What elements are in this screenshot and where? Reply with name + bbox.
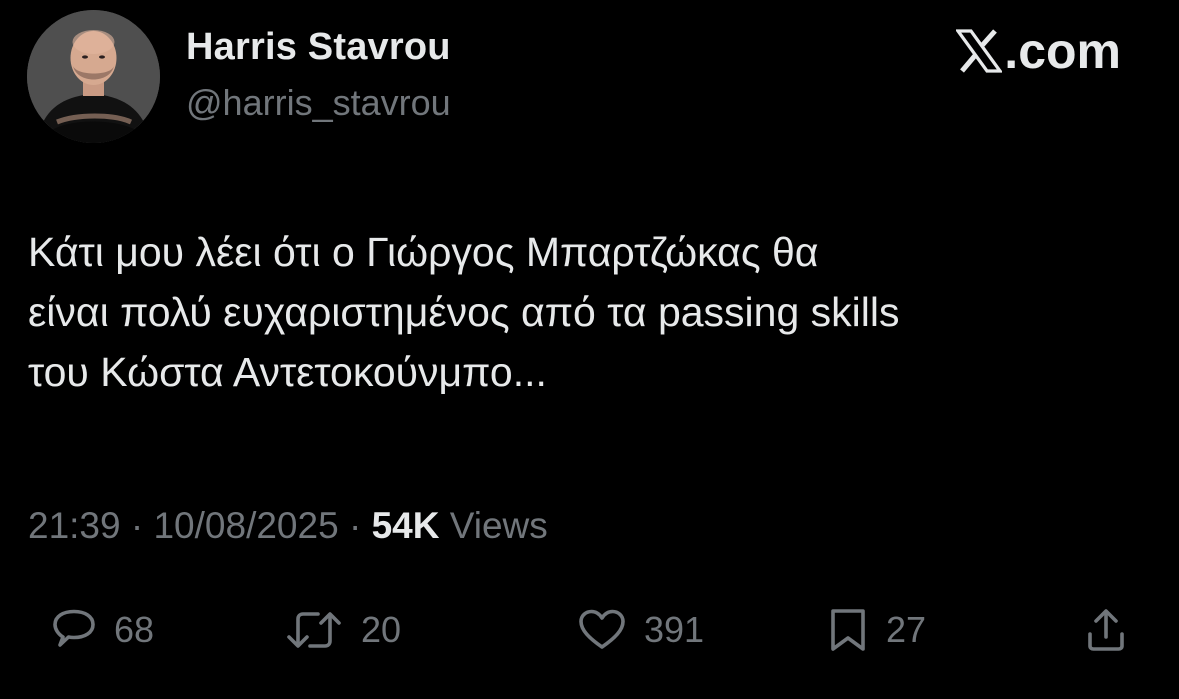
- like-button[interactable]: 391: [578, 600, 704, 660]
- x-logo-icon: [955, 29, 1004, 73]
- bookmark-button[interactable]: 27: [828, 600, 926, 660]
- reply-count: 68: [114, 609, 155, 650]
- tweet-meta: 21:39 · 10/08/2025 · 54K Views: [28, 505, 548, 547]
- repost-button[interactable]: 20: [285, 600, 401, 660]
- bookmark-icon: [828, 607, 868, 653]
- tweet-time[interactable]: 21:39: [28, 505, 121, 546]
- repost-count: 20: [361, 609, 402, 650]
- repost-icon: [285, 609, 343, 651]
- like-count: 391: [644, 609, 705, 650]
- meta-separator: ·: [348, 505, 362, 546]
- tweet-text-line: του Κώστα Αντετοκούνμπο...: [28, 349, 547, 395]
- share-button[interactable]: [1086, 600, 1126, 660]
- author-display-name[interactable]: Harris Stavrou: [186, 26, 451, 69]
- reply-button[interactable]: 68: [52, 600, 154, 660]
- action-bar: 68 20 391 27: [0, 600, 1179, 660]
- brand-domain-text: .com: [1004, 23, 1121, 79]
- reply-icon: [52, 609, 96, 651]
- tweet-text: Κάτι μου λέει ότι ο Γιώργος Μπαρτζώκας θ…: [28, 222, 1148, 402]
- views-count[interactable]: 54K: [372, 505, 440, 546]
- heart-icon: [578, 609, 626, 651]
- tweet-text-line: Κάτι μου λέει ότι ο Γιώργος Μπαρτζώκας θ…: [28, 229, 819, 275]
- bookmark-count: 27: [886, 609, 927, 650]
- avatar[interactable]: [27, 10, 160, 143]
- brand-watermark: .com: [955, 23, 1121, 79]
- profile-photo-icon: [27, 10, 160, 143]
- tweet-date[interactable]: 10/08/2025: [153, 505, 338, 546]
- tweet-card: Harris Stavrou @harris_stavrou .com Κάτι…: [0, 0, 1179, 699]
- share-icon: [1086, 608, 1126, 652]
- tweet-text-line: είναι πολύ ευχαριστημένος από τα passing…: [28, 289, 900, 335]
- views-label[interactable]: Views: [450, 505, 548, 546]
- author-handle[interactable]: @harris_stavrou: [186, 82, 451, 124]
- meta-separator: ·: [130, 505, 144, 546]
